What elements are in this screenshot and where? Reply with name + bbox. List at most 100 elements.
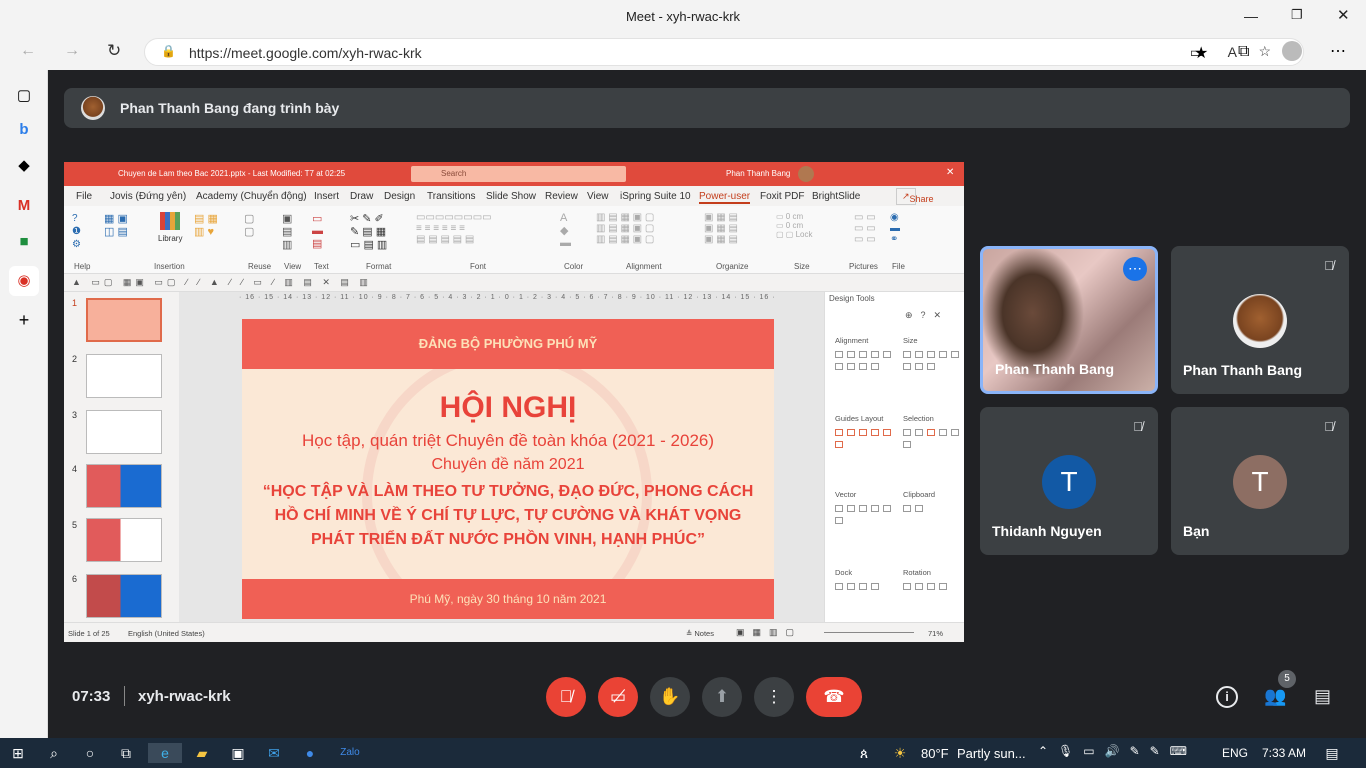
chat-icon[interactable]: ▤ xyxy=(1314,686,1331,707)
panel-controls[interactable]: ⊕?✕ xyxy=(905,310,949,321)
menu-item[interactable]: Design xyxy=(384,191,415,202)
search-icon[interactable]: ⌕ xyxy=(44,743,64,763)
mail-icon[interactable]: ✉ xyxy=(264,743,284,763)
camera-toggle-button[interactable]: ▭̸ xyxy=(598,677,638,717)
notes-button[interactable]: ≜ Notes xyxy=(686,629,714,638)
gmail-icon[interactable]: M xyxy=(12,194,36,218)
slide-thumb-5[interactable] xyxy=(86,518,162,562)
raise-hand-button[interactable]: ✋ xyxy=(650,677,690,717)
menu-item[interactable]: iSpring Suite 10 xyxy=(620,191,691,202)
people-icon[interactable]: 👥 xyxy=(1264,686,1286,707)
participant-tile[interactable]: 🎙̸ T Bạn xyxy=(1171,407,1349,555)
collections-icon[interactable]: ⧉ xyxy=(1238,43,1249,61)
forward-icon[interactable]: → xyxy=(64,42,80,60)
view-buttons[interactable]: ▣▦▥▢ xyxy=(736,627,802,638)
profile-avatar[interactable] xyxy=(1282,41,1302,61)
cortana-icon[interactable]: ○ xyxy=(80,743,100,763)
current-slide[interactable]: ĐẢNG BỘ PHƯỜNG PHÚ MỸ HỘI NGHỊ Học tập, … xyxy=(242,319,774,619)
help-icons[interactable]: ? ❶ ⚙ xyxy=(72,212,94,252)
size-controls[interactable]: ▭ 0 cm ▭ 0 cm ▢ ▢ Lock xyxy=(776,212,836,252)
menu-item[interactable]: View xyxy=(587,191,609,202)
close-icon[interactable]: ✕ xyxy=(1337,6,1350,24)
rotation-buttons[interactable] xyxy=(903,580,963,592)
people-tray-icon[interactable]: ጰ xyxy=(854,743,874,763)
ppt-close-icon[interactable]: ✕ xyxy=(946,167,954,178)
slide-thumb-1[interactable] xyxy=(86,298,162,342)
maximize-icon[interactable]: ❐ xyxy=(1291,7,1303,23)
weather-temp[interactable]: 80°F xyxy=(921,746,949,761)
participant-tile[interactable]: 🎙̸ Phan Thanh Bang xyxy=(1171,246,1349,394)
ppt-search[interactable]: Search xyxy=(411,166,626,182)
selection-buttons[interactable] xyxy=(903,426,963,450)
menu-item[interactable]: Review xyxy=(545,191,578,202)
view-icons[interactable]: ▣ ▤ ▥ xyxy=(282,212,302,252)
library-label[interactable]: Library xyxy=(158,234,182,243)
menu-item[interactable]: Insert xyxy=(314,191,339,202)
insertion-icons[interactable]: ▦ ▣ ◫ ▤ xyxy=(104,212,144,248)
file-explorer-icon[interactable]: ▰ xyxy=(192,743,212,763)
roblox-icon[interactable]: ◆ xyxy=(12,154,36,178)
address-bar[interactable]: 🔒 https://meet.google.com/xyh-rwac-krk ▭… xyxy=(144,38,1304,66)
format-icons[interactable]: ✂ ✎ ✐ ✎ ▤ ▦ ▭ ▤ ▥ xyxy=(350,212,400,252)
dock-buttons[interactable] xyxy=(835,580,895,592)
clipboard-buttons[interactable] xyxy=(903,502,963,514)
qat-icons[interactable]: ▲ ▭▢ ▦▣ ▭▢ ∕ ∕ ▲ ∕ ∕ ▭ ∕ ▥ ▤ ✕ ▤ ▥ xyxy=(72,277,372,288)
mic-toggle-button[interactable]: 🎙̸ xyxy=(546,677,586,717)
more-options-icon[interactable]: ⋯ xyxy=(1123,257,1147,281)
system-tray-icons[interactable]: ⌃🎙▭🔊✎✎⌨ xyxy=(1038,744,1197,758)
participant-tile[interactable]: 🎙̸ T Thidanh Nguyen xyxy=(980,407,1158,555)
favorite-icon[interactable]: ☆ xyxy=(1258,43,1271,60)
refresh-icon[interactable]: ↻ xyxy=(107,41,121,61)
weather-icon[interactable]: ☀ xyxy=(890,743,910,763)
zoom-icon[interactable]: ● xyxy=(300,743,320,763)
menu-item[interactable]: Jovis (Đứng yên) xyxy=(110,191,186,202)
share-button[interactable]: ↗ Share xyxy=(896,188,934,205)
organize-controls[interactable]: ▣ ▦ ▤ ▣ ▦ ▤ ▣ ▦ ▤ xyxy=(704,212,764,252)
menu-item[interactable]: BrightSlide xyxy=(812,191,860,202)
leave-call-button[interactable]: ☎ xyxy=(806,677,862,717)
library-icon[interactable] xyxy=(160,212,180,230)
favorites-icon[interactable]: ★ xyxy=(1194,43,1208,63)
menu-item[interactable]: Draw xyxy=(350,191,373,202)
file-controls[interactable]: ◉ ▬ ⚭ xyxy=(890,212,920,252)
minimize-icon[interactable]: — xyxy=(1244,8,1258,24)
info-icon[interactable]: i xyxy=(1216,686,1238,708)
back-icon[interactable]: ← xyxy=(20,42,36,60)
color-controls[interactable]: A ◆ ▬ xyxy=(560,212,586,252)
font-controls[interactable]: ▭▭▭▭▭▭▭▭ ≡ ≡ ≡ ≡ ≡ ≡ ▤ ▤ ▤ ▤ ▤ xyxy=(416,212,536,252)
bing-icon[interactable]: b xyxy=(12,118,36,142)
store-icon[interactable]: ▣ xyxy=(228,743,248,763)
slide-thumb-6[interactable] xyxy=(86,574,162,618)
read-aloud-icon[interactable]: A xyxy=(1228,44,1237,60)
menu-item[interactable]: Foxit PDF xyxy=(760,191,804,202)
meet-icon[interactable]: ■ xyxy=(12,230,36,254)
task-view-icon[interactable]: ⧉ xyxy=(116,743,136,763)
vector-buttons[interactable] xyxy=(835,502,895,526)
menu-item[interactable]: Slide Show xyxy=(486,191,536,202)
tabs-icon[interactable]: ▢ xyxy=(12,84,36,108)
size-buttons[interactable] xyxy=(903,348,963,372)
menu-item[interactable]: Academy (Chuyển động) xyxy=(196,191,307,202)
menu-item[interactable]: File xyxy=(76,191,92,202)
insertion-icons-2[interactable]: ▤ ▦ ▥ ♥ xyxy=(194,212,234,248)
clock[interactable]: 7:33 AM xyxy=(1262,746,1306,760)
participant-tile-active[interactable]: ⋯ Phan Thanh Bang xyxy=(980,246,1158,394)
more-options-button[interactable]: ⋮ xyxy=(754,677,794,717)
more-icon[interactable]: ⋯ xyxy=(1330,41,1346,61)
add-icon[interactable]: + xyxy=(12,308,36,332)
menu-item-active[interactable]: Power-user xyxy=(699,191,751,204)
alignment-controls[interactable]: ▥ ▤ ▦ ▣ ▢ ▥ ▤ ▦ ▣ ▢ ▥ ▤ ▦ ▣ ▢ xyxy=(596,212,696,252)
present-button[interactable]: ⬆ xyxy=(702,677,742,717)
zalo-icon[interactable]: Zalo xyxy=(340,743,360,763)
zoom-slider[interactable] xyxy=(824,632,914,633)
alignment-buttons[interactable] xyxy=(835,348,895,372)
slide-thumb-3[interactable] xyxy=(86,410,162,454)
weather-condition[interactable]: Partly sun... xyxy=(957,746,1026,761)
slide-thumb-2[interactable] xyxy=(86,354,162,398)
slide-thumb-4[interactable] xyxy=(86,464,162,508)
notifications-icon[interactable]: ▤ xyxy=(1322,743,1342,763)
reuse-icons[interactable]: ▢ ▢ xyxy=(244,212,274,248)
text-icons[interactable]: ▭ ▬ ▤ xyxy=(312,212,334,252)
edge-icon[interactable]: e xyxy=(148,743,182,763)
menu-item[interactable]: Transitions xyxy=(427,191,476,202)
